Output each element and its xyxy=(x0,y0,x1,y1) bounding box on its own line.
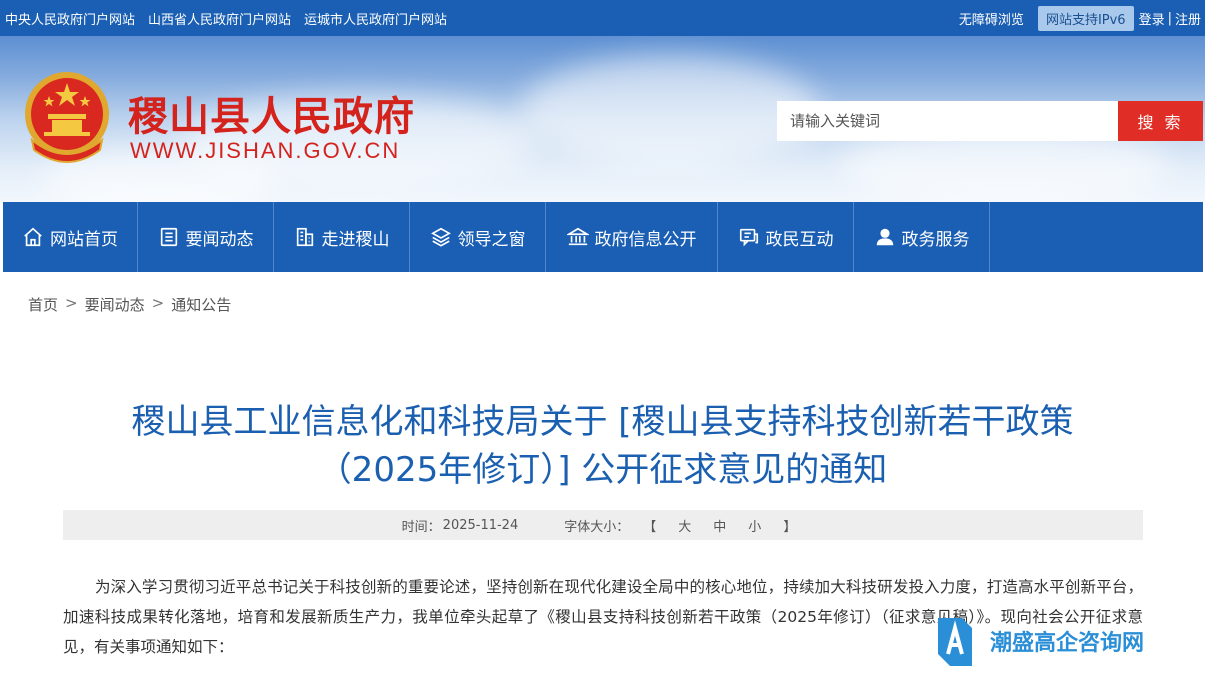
home-icon xyxy=(24,227,42,247)
bracket-close: 】 xyxy=(783,519,797,535)
breadcrumb-separator: > xyxy=(65,294,78,312)
cloud-decoration xyxy=(520,56,820,166)
main-nav: 网站首页 要闻动态 走进稷山 领导之窗 政府信息公开 政民互动 政务服务 xyxy=(3,202,1203,272)
font-size-label: 字体大小： xyxy=(564,519,630,535)
site-title: 稷山县人民政府 xyxy=(128,93,415,140)
nav-item-services[interactable]: 政务服务 xyxy=(854,202,990,272)
nav-label: 政民互动 xyxy=(765,229,834,250)
publish-date: 2025-11-24 xyxy=(442,517,519,533)
nav-item-home[interactable]: 网站首页 xyxy=(3,202,138,272)
search-button[interactable]: 搜 索 xyxy=(1118,101,1203,141)
search-input[interactable] xyxy=(777,101,1118,141)
article-title-line: （2025年修订）] 公开征求意见的通知 xyxy=(317,450,888,490)
register-link[interactable]: 注册 xyxy=(1175,9,1201,28)
watermark-text: 潮盛高企咨询网 xyxy=(990,630,1145,656)
nav-item-leaders[interactable]: 领导之窗 xyxy=(410,202,546,272)
breadcrumb-home[interactable]: 首页 xyxy=(28,294,58,315)
header-banner: 稷山县人民政府 WWW.JISHAN.GOV.CN 搜 索 xyxy=(0,36,1205,202)
layers-icon xyxy=(430,227,451,247)
login-link[interactable]: 登录 xyxy=(1139,9,1165,28)
article-meta: 时间： 2025-11-24 字体大小： 【 大 中 小 】 xyxy=(63,510,1143,540)
nav-item-gov-info[interactable]: 政府信息公开 xyxy=(546,202,718,272)
chat-icon xyxy=(739,228,758,247)
bracket-open: 【 xyxy=(643,519,657,535)
font-small-button[interactable]: 小 xyxy=(748,516,761,535)
nav-item-about[interactable]: 走进稷山 xyxy=(274,202,410,272)
watermark: 潮盛高企咨询网 xyxy=(936,612,1176,670)
breadcrumb: 首页 > 要闻动态 > 通知公告 xyxy=(28,294,231,315)
breadcrumb-notices[interactable]: 通知公告 xyxy=(171,294,231,315)
font-large-button[interactable]: 大 xyxy=(678,516,691,535)
link-yuncheng-gov[interactable]: 运城市人民政府门户网站 xyxy=(304,9,447,28)
time-label: 时间： xyxy=(401,519,441,535)
nav-label: 走进稷山 xyxy=(321,229,390,250)
nav-label: 领导之窗 xyxy=(457,229,526,250)
font-size-control: 字体大小： 【 大 中 小 】 xyxy=(564,516,804,535)
top-right: 无障碍浏览 网站支持IPv6 登录 | 注册 xyxy=(959,0,1201,36)
user-icon xyxy=(876,228,893,246)
font-medium-button[interactable]: 中 xyxy=(713,516,726,535)
nav-label: 政府信息公开 xyxy=(594,229,697,250)
institution-icon xyxy=(566,227,589,246)
accessibility-link[interactable]: 无障碍浏览 xyxy=(959,9,1024,28)
link-shanxi-gov[interactable]: 山西省人民政府门户网站 xyxy=(148,9,291,28)
watermark-logo-icon xyxy=(938,618,972,666)
breadcrumb-separator: > xyxy=(151,294,165,312)
nav-label: 政务服务 xyxy=(901,229,970,250)
link-central-gov[interactable]: 中央人民政府门户网站 xyxy=(5,9,135,28)
building-icon xyxy=(296,227,313,247)
top-links: 中央人民政府门户网站 山西省人民政府门户网站 运城市人民政府门户网站 xyxy=(5,0,447,36)
breadcrumb-news[interactable]: 要闻动态 xyxy=(85,294,145,315)
site-url: WWW.JISHAN.GOV.CN xyxy=(130,138,401,163)
ipv6-badge: 网站支持IPv6 xyxy=(1037,5,1134,31)
nav-label: 网站首页 xyxy=(50,229,118,250)
nav-item-news[interactable]: 要闻动态 xyxy=(138,202,274,272)
separator: | xyxy=(1167,10,1172,26)
news-icon xyxy=(160,227,177,247)
article-title: 稷山县工业信息化和科技局关于 [稷山县支持科技创新若干政策 （2025年修订）]… xyxy=(60,398,1145,494)
search-box: 搜 索 xyxy=(777,101,1203,141)
nav-item-interaction[interactable]: 政民互动 xyxy=(718,202,854,272)
nav-label: 要闻动态 xyxy=(185,229,254,250)
top-bar: 中央人民政府门户网站 山西省人民政府门户网站 运城市人民政府门户网站 无障碍浏览… xyxy=(0,0,1205,36)
national-emblem-icon xyxy=(25,72,109,163)
article-title-line: 稷山县工业信息化和科技局关于 [稷山县支持科技创新若干政策 xyxy=(131,402,1074,442)
